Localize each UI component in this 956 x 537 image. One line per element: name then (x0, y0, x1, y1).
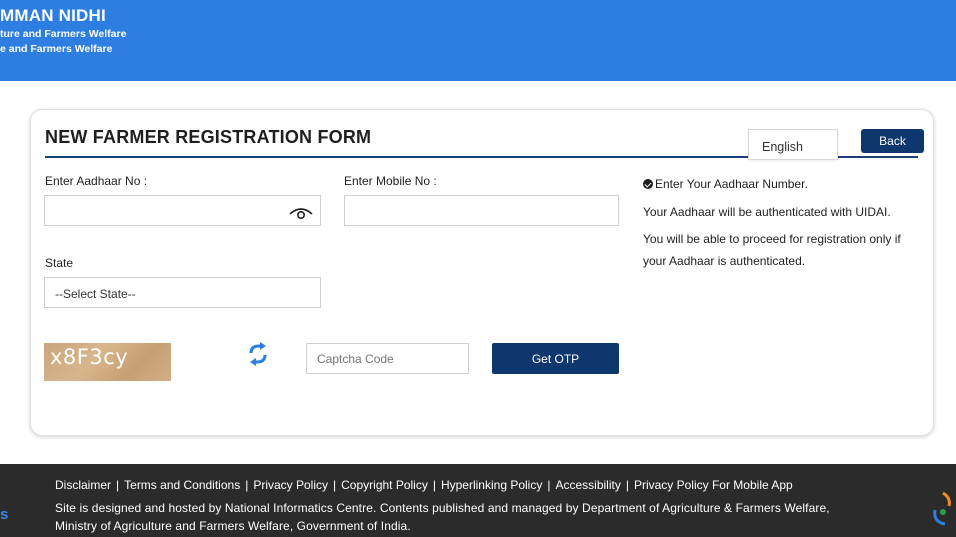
site-header: MMAN NIDHI ture and Farmers Welfare e an… (0, 0, 956, 81)
footer-link-accessibility[interactable]: Accessibility (555, 478, 620, 492)
info-line-uidai: Your Aadhaar will be authenticated with … (643, 205, 891, 219)
page-title: NEW FARMER REGISTRATION FORM (45, 127, 372, 147)
footer-credit-line-1: Site is designed and hosted by National … (55, 501, 830, 515)
footer-link-disclaimer[interactable]: Disclaimer (55, 478, 111, 492)
footer-link-copyright[interactable]: Copyright Policy (341, 478, 428, 492)
site-title: MMAN NIDHI (0, 6, 106, 25)
info-line-authenticated: your Aadhaar is authenticated. (643, 254, 806, 268)
site-subtitle-ministry: ture and Farmers Welfare (0, 28, 127, 40)
site-subtitle-department: e and Farmers Welfare (0, 43, 113, 55)
site-footer: Disclaimer | Terms and Conditions | Privacy … (0, 464, 956, 537)
footer-credits: Site is designed and hosted by National … (55, 499, 905, 535)
info-line-aadhaar: Enter Your Aadhaar Number. (643, 177, 808, 191)
info-text-1: Enter Your Aadhaar Number. (655, 177, 808, 191)
footer-emblem-icon (933, 491, 951, 526)
footer-separator: | (432, 478, 436, 492)
footer-separator: | (547, 478, 551, 492)
mobile-input[interactable] (344, 195, 619, 226)
language-selector[interactable]: English (748, 129, 838, 160)
footer-separator: | (116, 478, 120, 492)
footer-link-mobile-privacy[interactable]: Privacy Policy For Mobile App (634, 478, 793, 492)
footer-link-hyperlinking[interactable]: Hyperlinking Policy (441, 478, 542, 492)
footer-link-terms[interactable]: Terms and Conditions (124, 478, 240, 492)
footer-link-privacy[interactable]: Privacy Policy (253, 478, 328, 492)
back-button[interactable]: Back (861, 129, 924, 153)
get-otp-button[interactable]: Get OTP (492, 343, 619, 374)
footer-left-logo: s (0, 506, 9, 523)
eye-icon[interactable] (289, 206, 313, 220)
aadhaar-label: Enter Aadhaar No : (45, 174, 148, 188)
info-line-proceed: You will be able to proceed for registra… (643, 232, 901, 246)
aadhaar-input[interactable] (44, 195, 321, 226)
captcha-input[interactable] (306, 343, 469, 374)
captcha-image: x8F3cy (44, 343, 171, 381)
footer-separator: | (245, 478, 249, 492)
footer-separator: | (625, 478, 629, 492)
state-label: State (45, 256, 74, 270)
refresh-icon[interactable] (247, 342, 269, 366)
footer-separator: | (333, 478, 337, 492)
footer-credit-line-2: Ministry of Agriculture and Farmers Welf… (55, 519, 411, 533)
mobile-label: Enter Mobile No : (344, 174, 437, 188)
state-select[interactable]: --Select State-- (44, 277, 321, 308)
check-circle-icon (643, 179, 653, 189)
footer-links: Disclaimer | Terms and Conditions | Privacy … (55, 478, 793, 492)
